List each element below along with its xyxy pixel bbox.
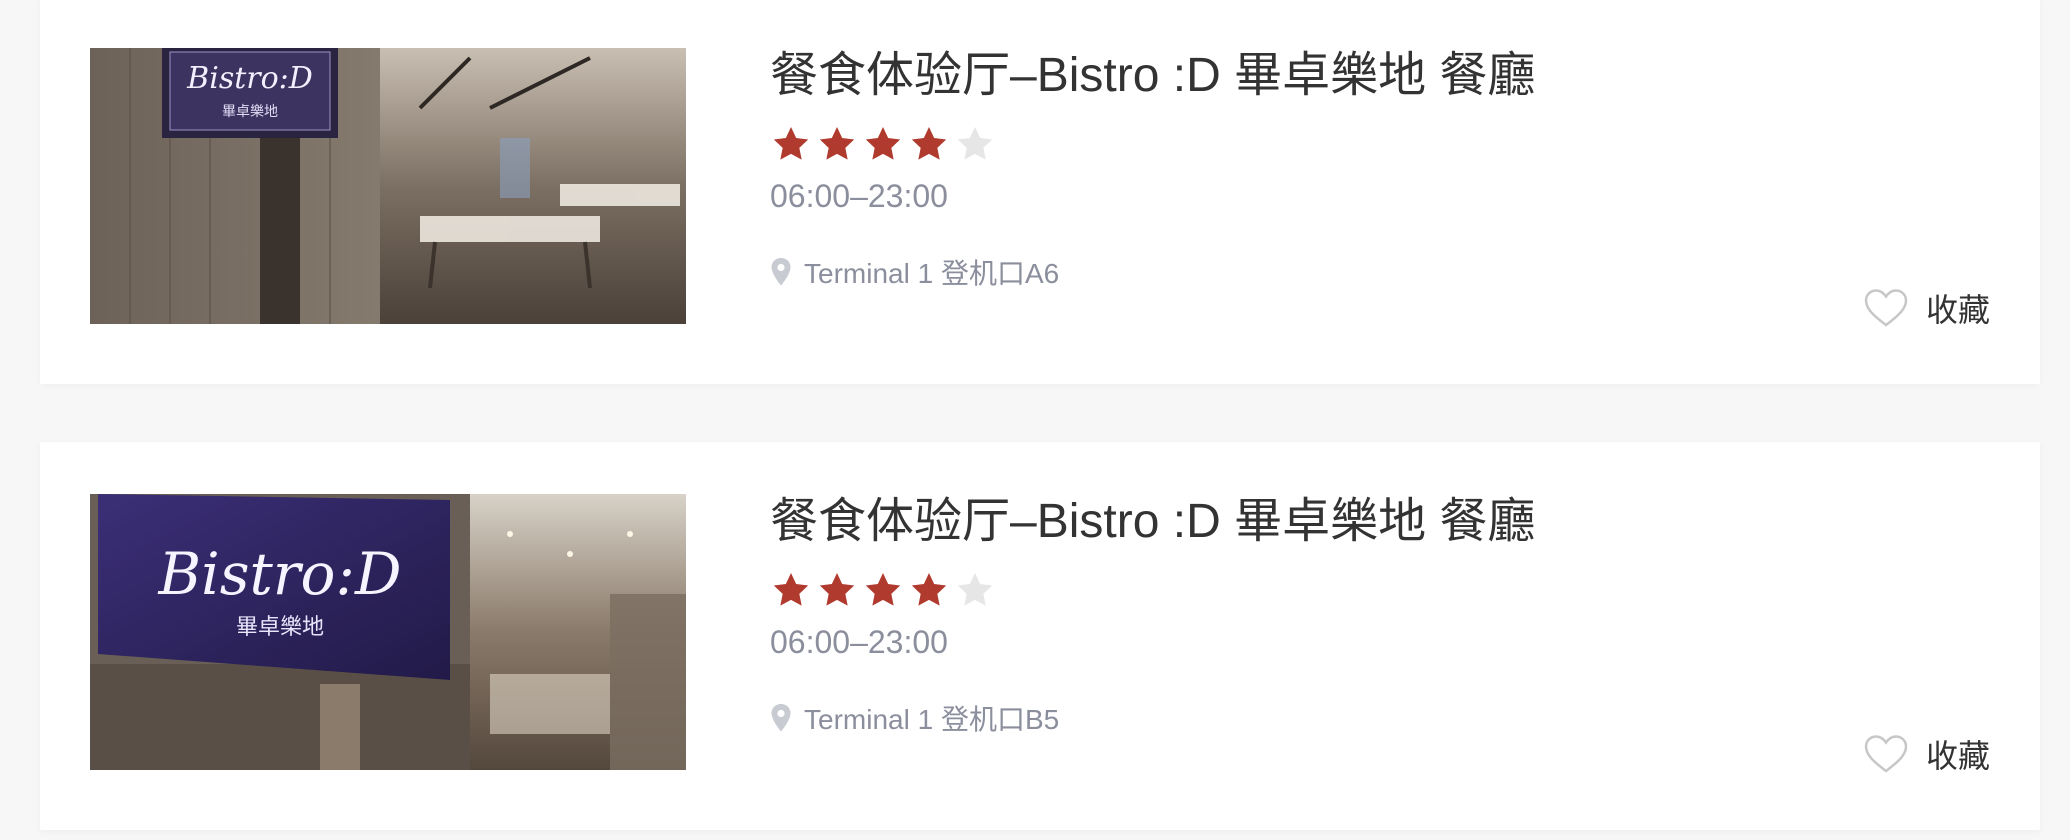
map-pin-icon (771, 258, 791, 286)
sign-subtext: 畢卓樂地 (236, 615, 324, 640)
heart-outline-icon (1864, 289, 1908, 327)
star-icon-filled (819, 127, 855, 160)
star-icon-filled (819, 573, 855, 606)
restaurant-card[interactable]: Bistro:D 畢卓樂地 餐食体验厅–Bistro :D 畢卓樂地 餐廳 06… (40, 442, 2040, 830)
heart-outline-icon (1864, 735, 1908, 773)
location-text: Terminal 1 登机口B5 (804, 704, 1060, 735)
star-icon-filled (911, 573, 947, 606)
star-icon-empty (957, 127, 993, 160)
sign-text: Bistro:D (158, 540, 402, 608)
restaurant-card[interactable]: Bistro:D 畢卓樂地 餐食体验厅–Bistro :D 畢卓樂地 餐廳 06… (40, 0, 2040, 384)
star-icon-empty (957, 573, 993, 606)
star-icon-filled (865, 127, 901, 160)
restaurant-name[interactable]: 餐食体验厅–Bistro :D 畢卓樂地 餐廳 (770, 494, 1535, 550)
star-icon-filled (865, 573, 901, 606)
restaurant-list: Bistro:D 畢卓樂地 餐食体验厅–Bistro :D 畢卓樂地 餐廳 06… (0, 0, 2070, 840)
restaurant-name[interactable]: 餐食体验厅–Bistro :D 畢卓樂地 餐廳 (770, 48, 1535, 104)
sign-subtext: 畢卓樂地 (222, 103, 278, 120)
star-icon-filled (773, 127, 809, 160)
restaurant-photo[interactable]: Bistro:D 畢卓樂地 (90, 48, 686, 324)
sign-text: Bistro:D (186, 61, 313, 96)
location: Terminal 1 登机口A6 (770, 254, 1059, 290)
restaurant-photo[interactable]: Bistro:D 畢卓樂地 (90, 494, 686, 770)
opening-hours: 06:00–23:00 (770, 178, 948, 214)
star-icon-filled (773, 573, 809, 606)
favorite-label: 收藏 (1925, 292, 1990, 328)
opening-hours: 06:00–23:00 (770, 624, 948, 660)
location-text: Terminal 1 登机口A6 (804, 258, 1060, 289)
favorite-label: 收藏 (1925, 738, 1990, 774)
favorite-button[interactable]: 收藏 (1864, 732, 1990, 776)
map-pin-icon (771, 704, 791, 732)
star-rating (770, 570, 996, 610)
favorite-button[interactable]: 收藏 (1864, 286, 1990, 330)
star-icon-filled (911, 127, 947, 160)
location: Terminal 1 登机口B5 (770, 700, 1059, 736)
star-rating (770, 124, 996, 164)
